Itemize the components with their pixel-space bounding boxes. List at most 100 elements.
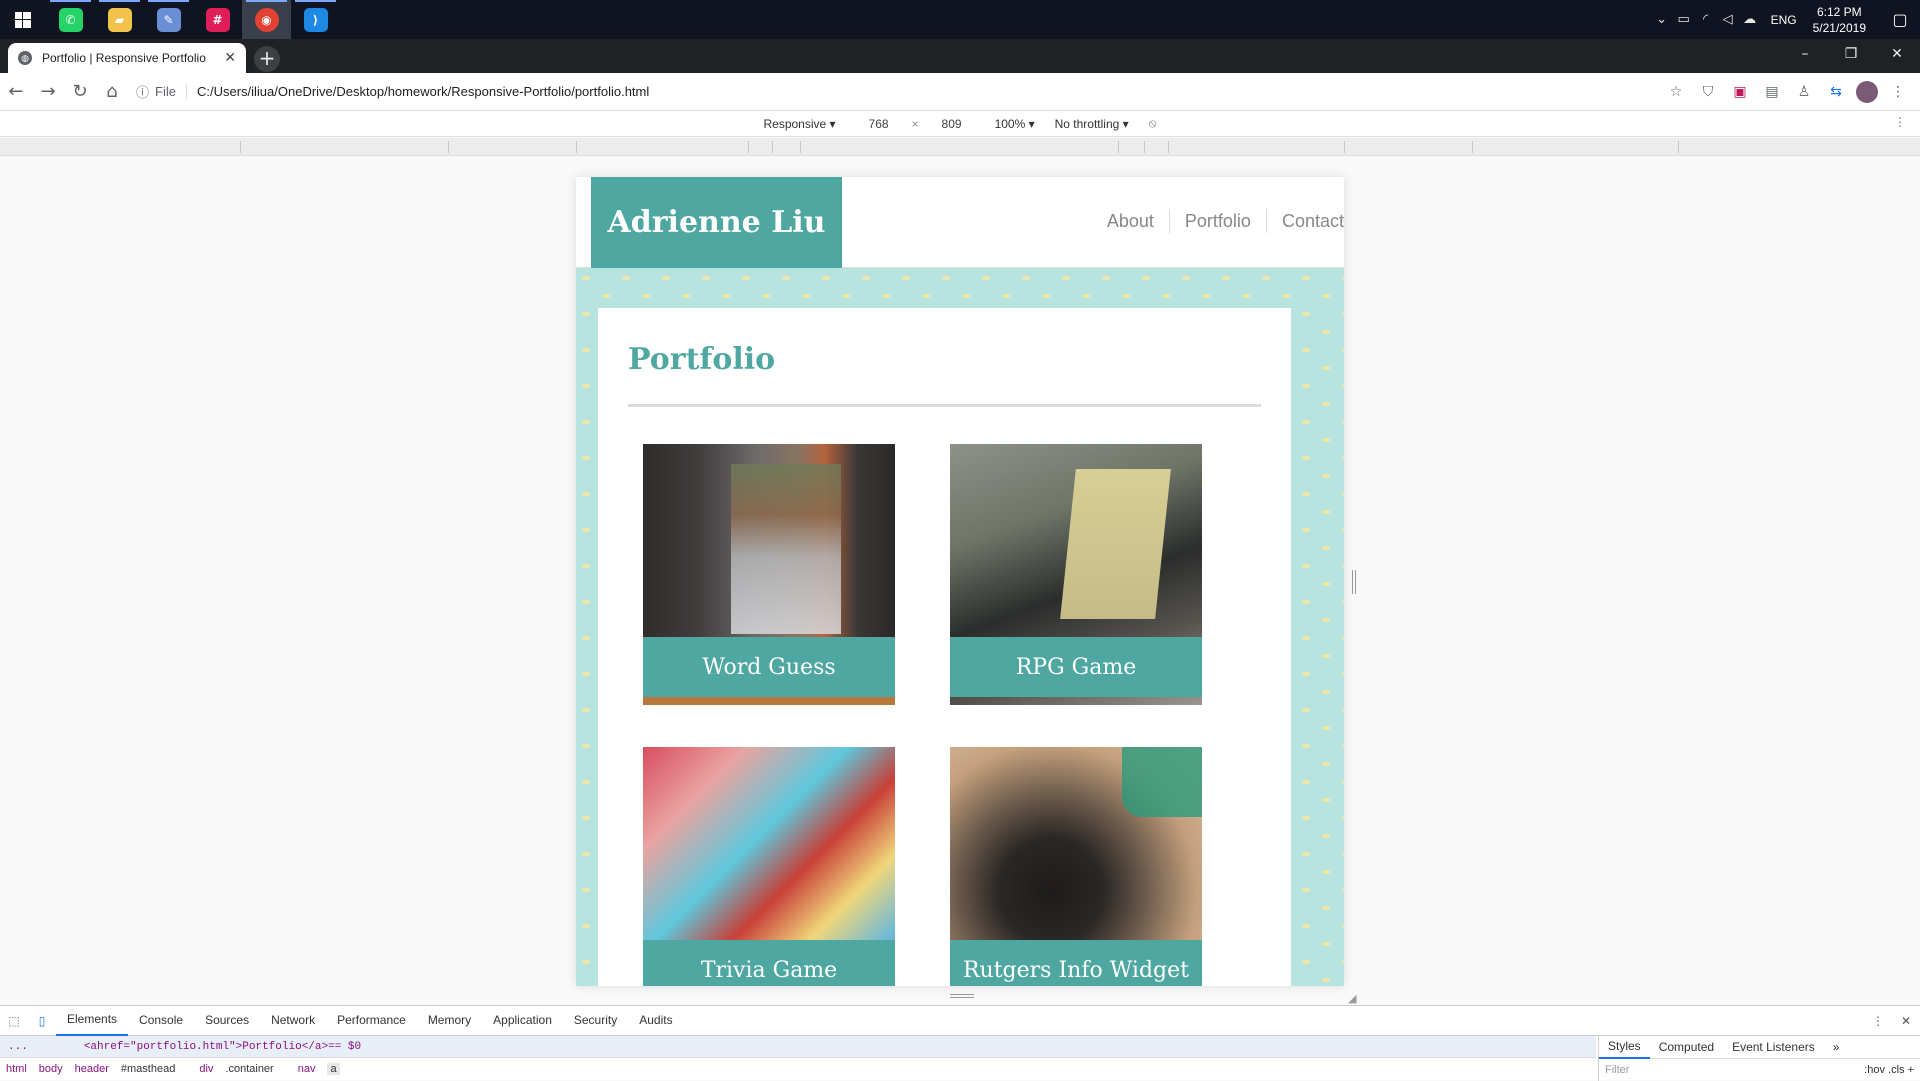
windows-taskbar: ✆ ▰ ✎ # ◉ ⟩ ⌄ ▭ ◜ ◁ ☁ ENG 6:12 PM 5/21/2… (0, 0, 1920, 39)
site-brand[interactable]: Adrienne Liu (591, 177, 842, 268)
breadcrumb-div[interactable]: div .container (199, 1063, 285, 1075)
close-window-icon[interactable]: ✕ (1874, 39, 1920, 69)
volume-icon[interactable]: ◁ (1717, 12, 1739, 27)
tab-console[interactable]: Console (128, 1006, 194, 1035)
url-text[interactable]: C:/Users/iliua/OneDrive/Desktop/homework… (197, 84, 649, 99)
paint-icon: ✎ (156, 7, 181, 32)
chrome-menu-icon[interactable]: ⋮ (1886, 80, 1910, 104)
onedrive-icon[interactable]: ☁ (1739, 12, 1761, 27)
project-card-word-guess[interactable]: Word Guess (643, 444, 895, 705)
nav-link-about[interactable]: About (1092, 209, 1169, 233)
breadcrumb-html[interactable]: html (6, 1063, 27, 1075)
device-toolbar-toggle-icon[interactable]: ▯ (28, 1014, 56, 1028)
throttling-select[interactable]: No throttling ▾ (1055, 117, 1129, 131)
battery-icon[interactable]: ▭ (1673, 12, 1695, 27)
tab-title: Portfolio | Responsive Portfolio (42, 51, 206, 65)
chevron-up-icon[interactable]: ⌄ (1651, 12, 1673, 27)
taskbar-app-whatsapp[interactable]: ✆ (46, 0, 95, 39)
folder-icon: ▰ (107, 7, 132, 32)
viewport-width-input[interactable]: 768 (856, 117, 902, 131)
breadcrumb-a[interactable]: a (327, 1063, 340, 1075)
dom-tag-end: </a> (301, 1040, 329, 1053)
browser-tab-strip: ◍ Portfolio | Responsive Portfolio ✕ + –… (0, 39, 1920, 73)
tab-network[interactable]: Network (260, 1006, 326, 1035)
project-card-rpg-game[interactable]: RPG Game (950, 444, 1202, 705)
shield-extension-icon[interactable]: ⛉ (1696, 80, 1720, 104)
system-clock[interactable]: 6:12 PM 5/21/2019 (1807, 4, 1880, 36)
filter-input[interactable]: Filter (1605, 1064, 1629, 1076)
sidebar-more-tabs-icon[interactable]: » (1824, 1036, 1849, 1058)
windows-start-button[interactable] (0, 0, 46, 39)
tab-application[interactable]: Application (482, 1006, 563, 1035)
address-bar[interactable]: ⓘ File C:/Users/iliua/OneDrive/Desktop/h… (136, 77, 1664, 107)
tab-performance[interactable]: Performance (326, 1006, 417, 1035)
tab-sources[interactable]: Sources (194, 1006, 260, 1035)
taskbar-app-slack[interactable]: # (193, 0, 242, 39)
back-arrow-icon[interactable]: ← (0, 76, 32, 108)
dom-tag-close: > (235, 1040, 243, 1053)
tab-memory[interactable]: Memory (417, 1006, 482, 1035)
dom-attr-value[interactable]: "portfolio.html" (130, 1041, 236, 1053)
home-icon[interactable]: ⌂ (96, 76, 128, 108)
extension-figure-icon[interactable]: ♙ (1792, 80, 1816, 104)
breadcrumb-body[interactable]: body (39, 1063, 63, 1075)
info-icon[interactable]: ⓘ (136, 82, 149, 101)
extension-arrows-icon[interactable]: ⇆ (1824, 80, 1848, 104)
more-options-icon[interactable]: ⋮ (1894, 115, 1906, 129)
extension-icons: ☆ ⛉ ▣ ▤ ♙ ⇆ ⋮ (1664, 80, 1920, 104)
browser-tab-active[interactable]: ◍ Portfolio | Responsive Portfolio ✕ (8, 43, 246, 73)
dom-attr-name: href= (97, 1040, 131, 1053)
reload-icon[interactable]: ↻ (64, 76, 96, 108)
rotate-icon[interactable]: ⦸ (1149, 116, 1157, 131)
extension-grey-icon[interactable]: ▤ (1760, 80, 1784, 104)
taskbar-app-vscode[interactable]: ⟩ (291, 0, 340, 39)
whatsapp-icon: ✆ (58, 7, 83, 32)
devtools-menu-icon[interactable]: ⋮ (1864, 1014, 1892, 1028)
tab-audits[interactable]: Audits (628, 1006, 683, 1035)
tab-computed[interactable]: Computed (1650, 1036, 1723, 1058)
notifications-icon[interactable]: ▢ (1880, 10, 1920, 29)
zoom-select[interactable]: 100% ▾ (995, 117, 1035, 131)
page-title: Portfolio (628, 342, 776, 377)
filter-tools[interactable]: :hov .cls + (1864, 1064, 1920, 1076)
tab-security[interactable]: Security (563, 1006, 628, 1035)
restore-icon[interactable]: ❐ (1828, 39, 1874, 69)
devtools-close-icon[interactable]: ✕ (1892, 1014, 1920, 1028)
language-indicator[interactable]: ENG (1761, 13, 1807, 27)
dom-tree-selected-node[interactable]: ... <a href= "portfolio.html" > Portfoli… (0, 1036, 1596, 1058)
project-card-trivia-game[interactable]: Trivia Game (643, 747, 895, 986)
extension-b-icon[interactable]: ▣ (1728, 80, 1752, 104)
tab-styles[interactable]: Styles (1599, 1035, 1650, 1059)
dom-tag-open: <a (83, 1040, 98, 1053)
title-divider (628, 404, 1261, 407)
styles-filter[interactable]: Filter :hov .cls + (1599, 1059, 1920, 1081)
breadcrumb-header[interactable]: header #masthead (75, 1063, 188, 1075)
taskbar-app-chrome[interactable]: ◉ (242, 0, 291, 39)
taskbar-app-file-explorer[interactable]: ▰ (95, 0, 144, 39)
nav-link-portfolio[interactable]: Portfolio (1168, 209, 1266, 233)
windows-logo-icon (15, 11, 31, 28)
tab-event-listeners[interactable]: Event Listeners (1723, 1036, 1824, 1058)
new-tab-button[interactable]: + (254, 46, 280, 72)
tab-elements[interactable]: Elements (56, 1005, 129, 1036)
viewport-height-input[interactable]: 809 (929, 117, 975, 131)
taskbar-app-paint[interactable]: ✎ (144, 0, 193, 39)
project-card-rutgers-info-widget[interactable]: Rutgers Info Widget (950, 747, 1202, 986)
device-select[interactable]: Responsive ▾ (763, 117, 835, 131)
close-tab-icon[interactable]: ✕ (224, 50, 236, 66)
inspect-element-icon[interactable]: ⬚ (0, 1014, 28, 1028)
bookmark-star-icon[interactable]: ☆ (1664, 80, 1688, 104)
viewport-resize-corner[interactable]: ◢ (1348, 992, 1356, 1005)
breadcrumb-div-class: .container (225, 1063, 274, 1075)
breadcrumb-nav[interactable]: nav (298, 1063, 316, 1075)
wifi-icon[interactable]: ◜ (1695, 12, 1717, 27)
devtools-panel: ⬚ ▯ Elements Console Sources Network Per… (0, 1005, 1920, 1081)
minimize-icon[interactable]: – (1782, 39, 1828, 69)
device-toolbar: Responsive ▾ 768 × 809 100% ▾ No throttl… (0, 111, 1920, 137)
banana-pattern-background: Portfolio Word Guess RPG Game Trivia Gam… (576, 268, 1344, 986)
nav-link-contact[interactable]: Contact (1265, 209, 1344, 233)
viewport-resize-handle-right[interactable] (1352, 570, 1356, 594)
forward-arrow-icon[interactable]: → (32, 76, 64, 108)
profile-avatar[interactable] (1856, 80, 1878, 103)
viewport-resize-handle-bottom[interactable] (950, 994, 974, 998)
